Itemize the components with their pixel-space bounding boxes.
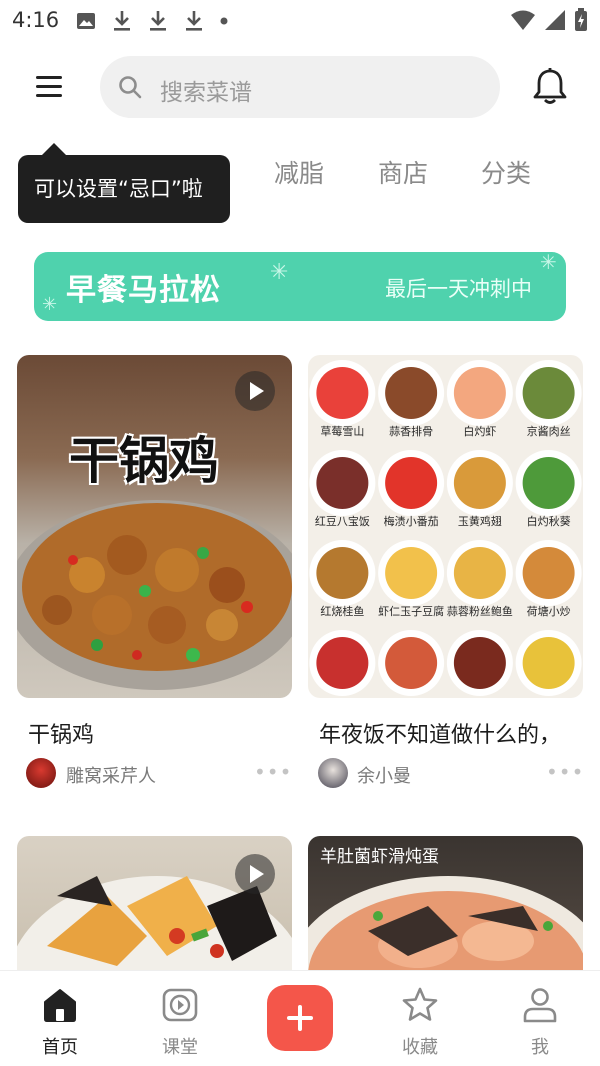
menu-icon xyxy=(36,76,62,97)
author-name[interactable]: 余小曼 xyxy=(357,762,411,788)
notification-button[interactable] xyxy=(532,68,568,110)
promo-banner[interactable]: ✳ ✳ ✳ 早餐马拉松 最后一天冲刺中 xyxy=(34,252,566,321)
tooltip-dietary-restrictions[interactable]: 可以设置“忌口”啦 xyxy=(18,143,230,223)
play-icon xyxy=(235,371,275,411)
tab-reduce-fat[interactable]: 减脂 xyxy=(274,154,324,190)
dish xyxy=(385,547,438,599)
avatar[interactable] xyxy=(318,758,348,788)
dot-icon xyxy=(220,17,228,25)
search-icon xyxy=(119,76,142,99)
dish-label: 虾仁玉子豆腐 xyxy=(378,604,444,618)
image-icon xyxy=(77,13,95,29)
dish-label: 蒜蓉粉丝鲍鱼 xyxy=(447,604,513,618)
tab-label: 课堂 xyxy=(162,1037,198,1058)
sparkle-icon: ✳ xyxy=(540,252,557,274)
download-icon xyxy=(150,11,166,31)
battery-icon xyxy=(575,8,587,31)
search-placeholder: 搜索菜谱 xyxy=(160,80,252,106)
dish xyxy=(385,457,438,509)
dish xyxy=(385,637,438,689)
dish xyxy=(316,547,369,599)
dish xyxy=(522,637,575,689)
dish-label: 京酱肉丝 xyxy=(527,424,571,438)
recipe-card-image[interactable]: 草莓雪山 蒜香排骨 白灼虾 京酱肉丝红豆八宝饭 梅渍小番茄 玉黄鸡翅 白灼秋葵红烧桂鱼 虾仁玉… xyxy=(308,355,583,698)
signal-icon xyxy=(545,10,565,30)
banner-subtitle: 最后一天冲刺中 xyxy=(385,277,532,301)
dish xyxy=(453,547,506,599)
dish-label: 红豆八宝饭 xyxy=(315,514,370,528)
dish-label: 蒜香排骨 xyxy=(389,424,433,438)
dish-label: 白灼虾 xyxy=(463,424,496,438)
menu-button[interactable] xyxy=(36,75,64,99)
tab-home[interactable]: 首页 xyxy=(0,971,120,1066)
image-caption: 干锅鸡 xyxy=(69,432,219,490)
more-icon[interactable]: ••• xyxy=(546,760,584,784)
dish-label: 白灼秋葵 xyxy=(527,514,571,528)
add-recipe-button[interactable] xyxy=(267,985,333,1051)
more-icon[interactable]: ••• xyxy=(254,760,292,784)
system-icons xyxy=(510,8,588,32)
tab-me[interactable]: 我 xyxy=(480,971,600,1066)
banner-title: 早餐马拉松 xyxy=(66,273,221,308)
tooltip-text: 可以设置“忌口”啦 xyxy=(34,177,203,201)
recipe-title[interactable]: 干锅鸡 xyxy=(28,717,94,749)
tab-label: 首页 xyxy=(42,1037,78,1058)
tab-favorites[interactable]: 收藏 xyxy=(360,971,480,1066)
status-bar: 4:16 xyxy=(0,0,600,44)
recipe-title[interactable]: 年夜饭不知道做什么的， xyxy=(319,717,561,749)
avatar[interactable] xyxy=(26,758,56,788)
dish xyxy=(522,367,575,419)
sparkle-icon: ✳ xyxy=(42,294,58,315)
author-name[interactable]: 雕窝采芹人 xyxy=(66,762,156,788)
dish xyxy=(453,457,506,509)
tab-category[interactable]: 分类 xyxy=(481,154,531,190)
download-icon xyxy=(186,11,202,31)
play-icon xyxy=(235,854,275,894)
dish xyxy=(316,457,369,509)
wifi-icon xyxy=(511,10,535,30)
dish xyxy=(385,367,438,419)
home-icon xyxy=(44,989,76,1022)
search-bar[interactable]: 搜索菜谱 xyxy=(100,56,500,118)
recipe-card-image[interactable]: 干锅鸡 xyxy=(17,355,292,698)
dish xyxy=(316,367,369,419)
recipe-card-image[interactable] xyxy=(17,836,292,970)
tab-label: 我 xyxy=(531,1037,549,1058)
status-time: 4:16 xyxy=(12,8,60,32)
star-icon xyxy=(402,987,438,1021)
tab-label: 收藏 xyxy=(402,1037,438,1058)
download-icon xyxy=(114,11,130,31)
dish xyxy=(522,457,575,509)
dish-label: 梅渍小番茄 xyxy=(384,514,439,528)
image-caption: 羊肚菌虾滑炖蛋 xyxy=(320,847,439,867)
dish-label: 红烧桂鱼 xyxy=(320,604,364,618)
sparkle-icon: ✳ xyxy=(270,260,289,285)
dish-label: 玉黄鸡翅 xyxy=(458,514,502,528)
dish xyxy=(522,547,575,599)
notification-icons xyxy=(76,10,228,32)
bell-icon xyxy=(533,68,567,104)
tab-shop[interactable]: 商店 xyxy=(378,154,428,190)
play-icon xyxy=(162,988,198,1022)
dish-label: 草莓雪山 xyxy=(320,425,364,438)
recipe-card-image[interactable]: 羊肚菌虾滑炖蛋 xyxy=(308,836,583,970)
dish xyxy=(453,637,506,689)
person-icon xyxy=(523,988,557,1023)
dish xyxy=(316,637,369,689)
dish-grid-photo: 草莓雪山 蒜香排骨 白灼虾 京酱肉丝红豆八宝饭 梅渍小番茄 玉黄鸡翅 白灼秋葵红烧桂鱼 虾仁玉… xyxy=(309,360,582,696)
dish-label: 荷塘小炒 xyxy=(527,604,571,618)
dish xyxy=(453,367,506,419)
tab-classroom[interactable]: 课堂 xyxy=(120,971,240,1066)
